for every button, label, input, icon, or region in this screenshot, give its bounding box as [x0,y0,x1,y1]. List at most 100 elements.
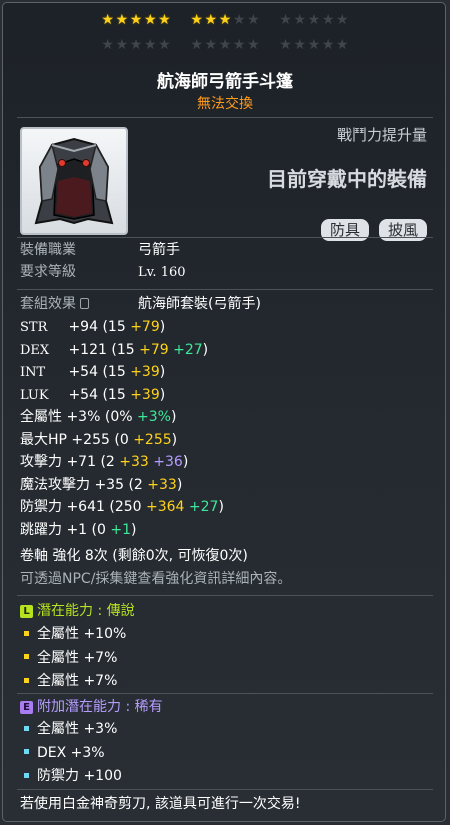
stat-base: 15 [107,319,126,335]
divider [17,789,433,790]
item-icon-frame [20,127,128,235]
additional-potential-line: DEX +3% [20,744,105,763]
stat-total: +3% [62,409,105,425]
stat-bonus: +33 [119,454,149,470]
stat-total: +641 [62,499,110,515]
stat-total: +54 [64,386,103,403]
stat-base: 15 [107,364,126,380]
stat-row: INT +54 (15 +39) [20,364,166,380]
job-value: 弓箭手 [138,242,180,258]
divider [17,237,433,238]
bullet-icon [24,772,29,778]
bullet-icon [24,725,29,731]
star-icon: ★ [247,12,260,28]
equipped-label: 目前穿戴中的裝備 [267,167,427,191]
stat-bonus: +27 [173,341,203,358]
stat-bonus: +79 [139,341,169,358]
job-label: 裝備職業 [20,242,76,258]
star-icon: ★ [293,37,307,53]
set-effect-row: 套組效果 航海師套裝(弓箭手) [20,295,261,314]
potential-grade: 傳說 [106,603,135,619]
additional-potential-line: 全屬性 +3% [20,720,117,739]
bullet-icon [24,677,29,683]
divider [17,693,433,694]
stat-base: 15 [116,341,135,358]
divider [17,117,433,118]
stat-base: 0 [119,431,129,448]
stat-total: +255 [66,431,115,448]
star-icon: ★ [190,37,203,53]
stat-row: 最大HP +255 (0 +255) [20,431,178,448]
stat-name: STR [20,320,48,335]
footer-notice: 若使用白金神奇剪刀, 該道具可進行一次交易! [20,796,301,812]
stat-name: 防禦力 [20,499,62,515]
star-icon: ★ [143,12,157,28]
star-icon: ★ [307,12,321,28]
star-icon: ★ [218,37,232,53]
potential-line: 全屬性 +7% [20,649,117,668]
level-value: Lv. 160 [138,265,186,280]
additional-potential-line: 防禦力 +100 [20,767,122,786]
stat-base: 2 [105,454,115,470]
combat-power-label: 戰鬥力提升量 [336,126,427,144]
stat-row: 防禦力 +641 (250 +364 +27) [20,499,224,515]
stat-base: 15 [107,386,126,403]
star-icon: ★ [204,37,218,53]
star-group: ★ ★ ★ ★ ★ [101,11,172,29]
star-icon: ★ [247,37,260,53]
star-icon: ★ [158,12,171,28]
stat-total: +1 [62,521,92,538]
star-icon: ★ [279,37,292,53]
potential-line: 全屬性 +10% [20,625,126,644]
stat-bonus: +33 [147,476,177,493]
stat-total: +71 [62,454,101,470]
star-group: ★ ★ ★ ★ ★ [190,36,261,54]
level-row: 要求等級 Lv. 160 [20,263,186,282]
stat-total: +54 [64,364,103,380]
stat-bonus: +79 [130,319,160,335]
stat-name: 全屬性 [20,409,62,425]
stat-name: LUK [20,387,49,403]
stat-bonus: +39 [130,364,160,380]
potential-header: L 潛在能力 : 傳說 [20,602,135,621]
stat-base: 0 [97,521,106,538]
stat-row: 跳躍力 +1 (0 +1) [20,521,137,538]
star-icon: ★ [101,37,114,53]
scroll-hint: 可透過NPC/採集鍵查看強化資訊詳細內容。 [20,571,292,587]
stat-bonus: +27 [188,499,219,515]
stat-row: STR +94 (15 +79) [20,319,166,335]
star-icon: ★ [232,12,246,28]
stat-name: 攻擊力 [20,454,62,470]
stat-row: DEX +121 (15 +79 +27) [20,341,209,358]
scroll-upgrade: 卷軸 強化 8次 (剩餘0次, 可恢復0次) [20,548,248,564]
stat-row: 全屬性 +3% (0% +3%) [20,409,177,425]
star-icon: ★ [232,37,246,53]
stat-bonus: +36 [153,454,183,470]
star-icon: ★ [321,12,335,28]
star-group: ★ ★ ★ ★ ★ [101,36,172,54]
star-icon: ★ [190,12,203,28]
star-icon: ★ [307,37,321,53]
star-group: ★ ★ ★ ★ ★ [278,36,349,54]
star-icon: ★ [336,12,349,28]
star-icon: ★ [101,12,114,28]
star-icon: ★ [115,37,129,53]
stat-row: 魔法攻擊力 +35 (2 +33) [20,476,183,493]
lock-icon [80,298,89,309]
stat-row: 攻擊力 +71 (2 +33 +36) [20,454,189,470]
star-icon: ★ [293,12,307,28]
bullet-icon [24,630,29,636]
star-icon: ★ [336,37,349,53]
stat-name: 跳躍力 [20,521,62,538]
cape-icon [34,137,114,225]
stat-total: +94 [64,319,103,335]
star-icon: ★ [321,37,335,53]
stat-bonus: +1 [110,521,132,538]
star-icon: ★ [204,12,218,28]
stat-name: 魔法攻擊力 [20,476,90,493]
additional-potential-header: E 附加潛在能力 : 稀有 [20,698,163,717]
star-group: ★ ★ ★ ★ ★ [190,11,261,29]
stat-row: LUK +54 (15 +39) [20,386,166,403]
additional-potential-label: 附加潛在能力 [37,699,121,715]
divider [17,595,433,596]
